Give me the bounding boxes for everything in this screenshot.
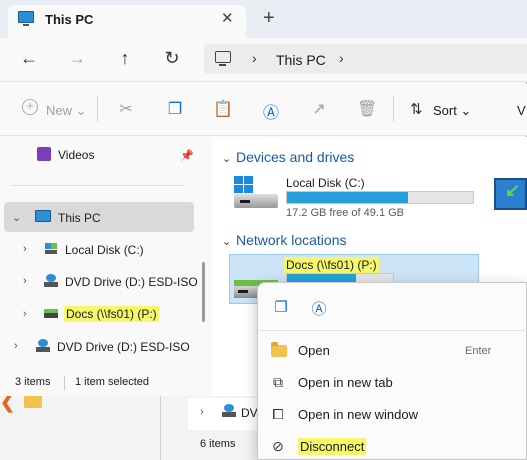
menu-item-accelerator: Enter (465, 345, 492, 357)
this-pc-icon (18, 11, 34, 26)
forward-button[interactable]: → (65, 48, 89, 69)
share-icon[interactable]: ↗ (309, 99, 329, 119)
sidebar-item-label: This PC (58, 211, 101, 225)
sidebar-item-dvd-drive-2[interactable]: DVD Drive (D:) ESD-ISO (57, 340, 190, 354)
up-button[interactable]: ↑ (113, 48, 137, 69)
delete-icon[interactable]: 🗑 (357, 99, 377, 119)
toolbar-divider (393, 96, 394, 122)
background-dvd-icon (222, 404, 236, 417)
chevron-right-icon[interactable]: › (23, 308, 27, 320)
status-divider (64, 376, 65, 390)
new-tab-button[interactable]: + (263, 7, 275, 30)
nav-divider (10, 185, 185, 186)
dvd-drive-icon (36, 339, 50, 352)
drive-name[interactable]: Local Disk (C:) (286, 176, 365, 190)
drive-free-space: 17.2 GB free of 49.1 GB (286, 207, 405, 219)
close-tab-icon[interactable]: ✕ (221, 9, 234, 27)
sort-icon[interactable]: ⇅ (410, 100, 423, 118)
network-drive-name[interactable]: Docs (\\fs01) (P:) (284, 257, 379, 273)
sort-label: Sort (433, 103, 457, 118)
copy-icon[interactable]: ❐ (271, 298, 291, 316)
menu-divider (258, 330, 527, 331)
new-icon[interactable]: + (22, 99, 38, 115)
dvd-drive-icon (44, 274, 58, 287)
section-devices-and-drives[interactable]: Devices and drives (236, 149, 354, 165)
sidebar-item-docs[interactable]: Docs (\\fs01) (P:) (64, 306, 159, 322)
chevron-right-icon[interactable]: › (14, 340, 18, 352)
local-disk-icon (45, 243, 57, 255)
new-label: New (46, 103, 73, 118)
network-drive-icon (44, 309, 58, 319)
menu-item-disconnect[interactable]: Disconnect (298, 438, 367, 455)
new-tab-icon: ⧉ (273, 374, 283, 390)
copy-icon[interactable]: ❐ (165, 99, 185, 119)
toolbar-divider (97, 96, 98, 122)
status-item-count: 3 items (15, 376, 51, 388)
background-chevron-icon: › (200, 406, 204, 418)
chevron-down-icon[interactable]: ⌄ (222, 235, 231, 248)
background-divider (160, 394, 161, 460)
breadcrumb[interactable]: This PC (276, 52, 326, 68)
sidebar-item-videos[interactable]: Videos (58, 148, 94, 162)
this-pc-icon (35, 210, 51, 222)
background-nav-item: DV (241, 406, 258, 420)
view-button[interactable]: V (517, 103, 526, 118)
pin-icon[interactable]: 📌 (180, 149, 194, 162)
menu-item-open-in-new-tab[interactable]: Open in new tab (298, 375, 393, 390)
computer-icon (215, 51, 231, 66)
videos-icon (37, 147, 51, 161)
sidebar-item-dvd-drive[interactable]: DVD Drive (D:) ESD-ISO (65, 275, 198, 289)
chevron-down-icon[interactable]: ⌄ (222, 152, 231, 165)
background-status-items: 6 items (200, 438, 236, 450)
back-button[interactable]: ← (17, 48, 41, 69)
menu-item-open-in-new-window[interactable]: Open in new window (298, 407, 418, 422)
cut-icon[interactable]: ✂ (116, 99, 136, 119)
disconnect-icon: ⊘ (272, 438, 284, 454)
section-network-locations[interactable]: Network locations (236, 232, 347, 248)
background-folder-icon (24, 394, 42, 408)
rename-icon[interactable]: Ⓐ (309, 298, 329, 319)
install-arrow-icon: ↙ (505, 180, 521, 200)
windows-drive-icon (234, 176, 278, 210)
nav-scrollbar[interactable] (202, 262, 205, 322)
chevron-right-icon[interactable]: › (23, 275, 27, 287)
refresh-button[interactable]: ↻ (160, 48, 184, 69)
folder-icon (271, 342, 287, 357)
tab-this-pc[interactable] (8, 5, 246, 38)
chevron-right-icon[interactable]: › (23, 243, 27, 255)
menu-item-open[interactable]: Open (298, 343, 330, 358)
rename-icon[interactable]: Ⓐ (261, 99, 281, 123)
context-menu (257, 282, 527, 460)
tab-title: This PC (45, 12, 94, 27)
usage-bar-fill (287, 192, 408, 203)
paste-icon[interactable]: 📋 (213, 99, 233, 119)
sidebar-item-local-disk[interactable]: Local Disk (C:) (65, 243, 144, 257)
local-disk-usage-bar (286, 191, 474, 204)
new-button[interactable]: New ⌄ (46, 103, 87, 119)
new-window-icon: ⧠ (272, 406, 284, 422)
chevron-right-icon[interactable]: › (252, 50, 257, 66)
chevron-right-icon[interactable]: › (339, 50, 344, 66)
sort-button[interactable]: Sort ⌄ (433, 103, 471, 119)
status-selection: 1 item selected (75, 376, 149, 388)
chevron-down-icon[interactable]: ⌄ (12, 211, 21, 224)
